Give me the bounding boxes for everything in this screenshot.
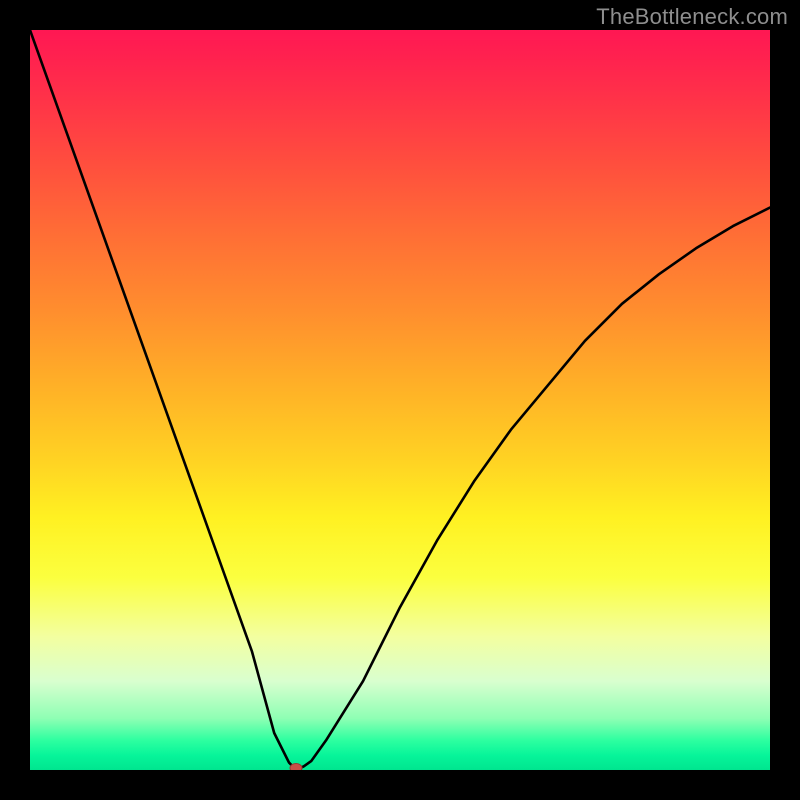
watermark-text: TheBottleneck.com [596,4,788,30]
plot-area [30,30,770,770]
min-point-marker [290,763,303,770]
chart-frame: TheBottleneck.com [0,0,800,800]
background-gradient [30,30,770,770]
